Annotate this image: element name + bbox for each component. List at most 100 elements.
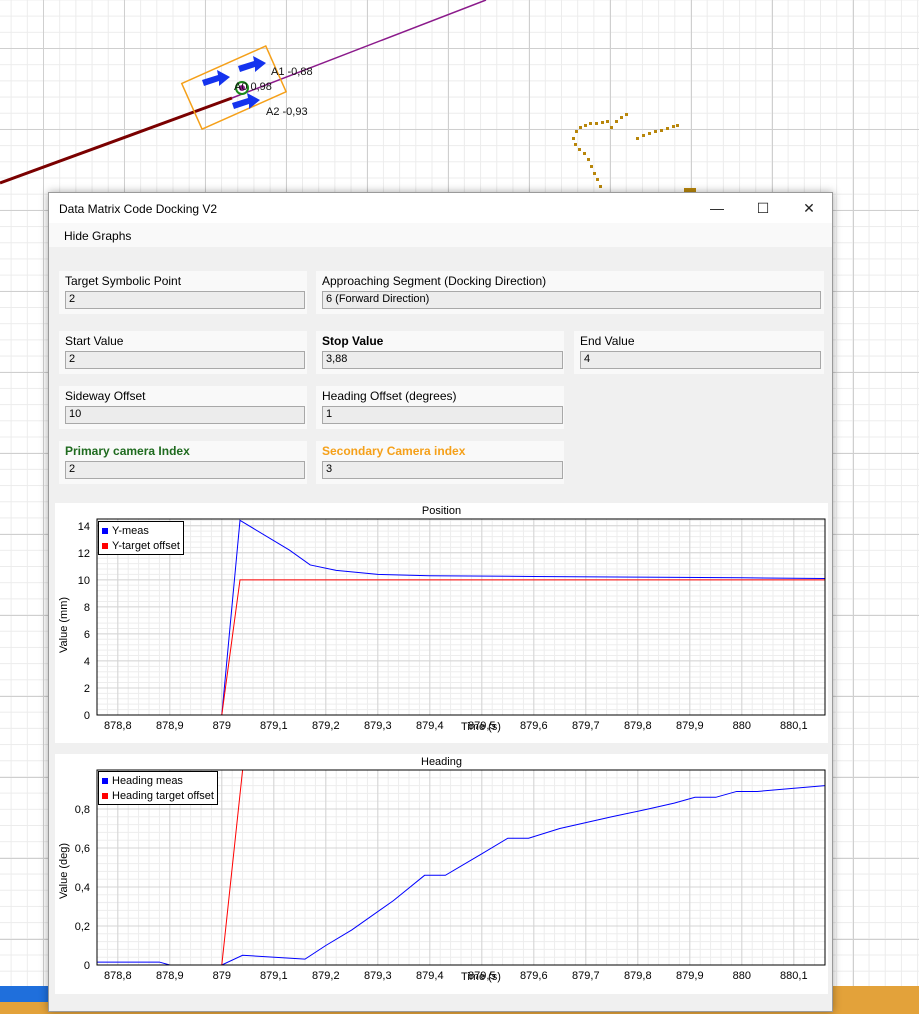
x-axis-label: Time (s) [461,721,501,733]
x-tick-label: 880,1 [780,970,808,982]
y-tick-label: 0,2 [75,921,90,933]
approaching-segment-label: Approaching Segment (Docking Direction) [322,274,547,288]
x-tick-label: 879,2 [312,970,340,982]
x-tick-label: 879,8 [624,720,652,732]
approaching-segment-field[interactable]: 6 (Forward Direction) [322,291,821,309]
heading-offset-field[interactable]: 1 [322,406,563,424]
target-symbolic-point-field[interactable]: 2 [65,291,305,309]
minimize-icon: — [710,200,724,216]
maximize-button[interactable]: ☐ [740,193,786,223]
menu-hide-graphs[interactable]: Hide Graphs [64,229,131,243]
sideway-offset-field[interactable]: 10 [65,406,305,424]
position-chart: Position 878,8 878,9 879 879,1 879,2 879,3 879… [55,503,828,743]
x-tick-label: 879,3 [364,970,392,982]
x-tick-label: 879,9 [676,970,704,982]
close-icon: ✕ [803,199,815,216]
window-title: Data Matrix Code Docking V2 [59,202,218,216]
marker-label-a2: A2 -0,93 [266,106,308,118]
stop-value-label: Stop Value [322,334,384,348]
end-value-field[interactable]: 4 [580,351,821,369]
x-tick-label: 879,2 [312,720,340,732]
x-tick-label: 878,8 [104,970,132,982]
heading-offset-label: Heading Offset (degrees) [322,389,457,403]
x-tick-label: 879,7 [572,970,600,982]
close-button[interactable]: ✕ [786,193,832,223]
minimize-button[interactable]: — [694,193,740,223]
legend-item: Y-meas [102,523,180,538]
x-tick-label: 879,3 [364,720,392,732]
end-value-group: End Value 4 [573,330,825,375]
x-tick-label: 880 [733,720,751,732]
x-tick-label: 879,1 [260,720,288,732]
legend-swatch [102,542,108,549]
y-tick-label: 2 [84,683,90,695]
legend-label: Y-meas [112,524,149,537]
x-tick-label: 879,4 [416,720,444,732]
legend-label: Heading meas [112,774,183,787]
x-tick-label: 879,6 [520,970,548,982]
secondary-camera-field[interactable]: 3 [322,461,563,479]
legend-item: Y-target offset [102,538,180,553]
secondary-camera-label: Secondary Camera index [322,444,466,458]
y-tick-label: 0 [84,960,90,972]
start-value-label: Start Value [65,334,124,348]
primary-camera-group: Primary camera Index 2 [58,440,308,485]
target-symbolic-point-label: Target Symbolic Point [65,274,182,288]
position-legend: Y-meas Y-target offset [98,521,184,555]
start-value-group: Start Value 2 [58,330,308,375]
marker-label-a0: A0 0,98 [234,81,272,93]
y-tick-label: 10 [78,575,90,587]
x-tick-label: 879,9 [676,720,704,732]
primary-camera-field[interactable]: 2 [65,461,305,479]
bottom-strip-accent [0,986,50,1002]
stop-value-group: Stop Value 3,88 [315,330,565,375]
heading-offset-group: Heading Offset (degrees) 1 [315,385,565,430]
heading-chart: Heading 878,8 878,9 879 879,1 879,2 879,3 879,… [55,754,828,994]
y-tick-label: 0,6 [75,843,90,855]
x-tick-label: 878,9 [156,970,184,982]
y-tick-label: 0 [84,710,90,722]
x-tick-label: 878,8 [104,720,132,732]
scan-points [572,113,696,192]
heading-legend: Heading meas Heading target offset [98,771,218,805]
x-tick-label: 879,7 [572,720,600,732]
y-tick-label: 4 [84,656,90,668]
y-tick-label: 12 [78,548,90,560]
x-tick-label: 879,4 [416,970,444,982]
approaching-segment-group: Approaching Segment (Docking Direction) … [315,270,825,315]
x-tick-label: 879,8 [624,970,652,982]
x-tick-label: 880 [733,970,751,982]
x-tick-label: 880,1 [780,720,808,732]
target-symbolic-point-group: Target Symbolic Point 2 [58,270,308,315]
x-tick-label: 879,6 [520,720,548,732]
legend-swatch [102,777,108,784]
legend-swatch [102,792,108,799]
legend-label: Y-target offset [112,539,180,552]
marker-label-a1: A1 -0,88 [271,66,313,78]
x-tick-label: 879 [213,720,231,732]
secondary-camera-group: Secondary Camera index 3 [315,440,565,485]
legend-item: Heading meas [102,773,214,788]
heading-ylabel: Value (deg) [58,842,70,899]
x-tick-label: 879,1 [260,970,288,982]
menu-bar: Hide Graphs [49,223,832,247]
title-bar[interactable]: Data Matrix Code Docking V2 — ☐ ✕ [49,193,832,223]
y-tick-label: 8 [84,602,90,614]
sideway-offset-label: Sideway Offset [65,389,146,403]
sideway-offset-group: Sideway Offset 10 [58,385,308,430]
stop-value-field[interactable]: 3,88 [322,351,563,369]
position-ylabel: Value (mm) [58,596,70,653]
maximize-icon: ☐ [756,199,770,216]
primary-camera-label: Primary camera Index [65,444,190,458]
y-tick-label: 6 [84,629,90,641]
end-value-label: End Value [580,334,635,348]
legend-swatch [102,527,108,534]
x-axis-label: Time (s) [461,971,501,983]
y-tick-label: 0,8 [75,804,90,816]
x-tick-label: 879 [213,970,231,982]
y-tick-label: 14 [78,521,90,533]
x-tick-label: 878,9 [156,720,184,732]
start-value-field[interactable]: 2 [65,351,305,369]
legend-item: Heading target offset [102,788,214,803]
docking-window: Data Matrix Code Docking V2 — ☐ ✕ Hide G… [48,192,833,1012]
